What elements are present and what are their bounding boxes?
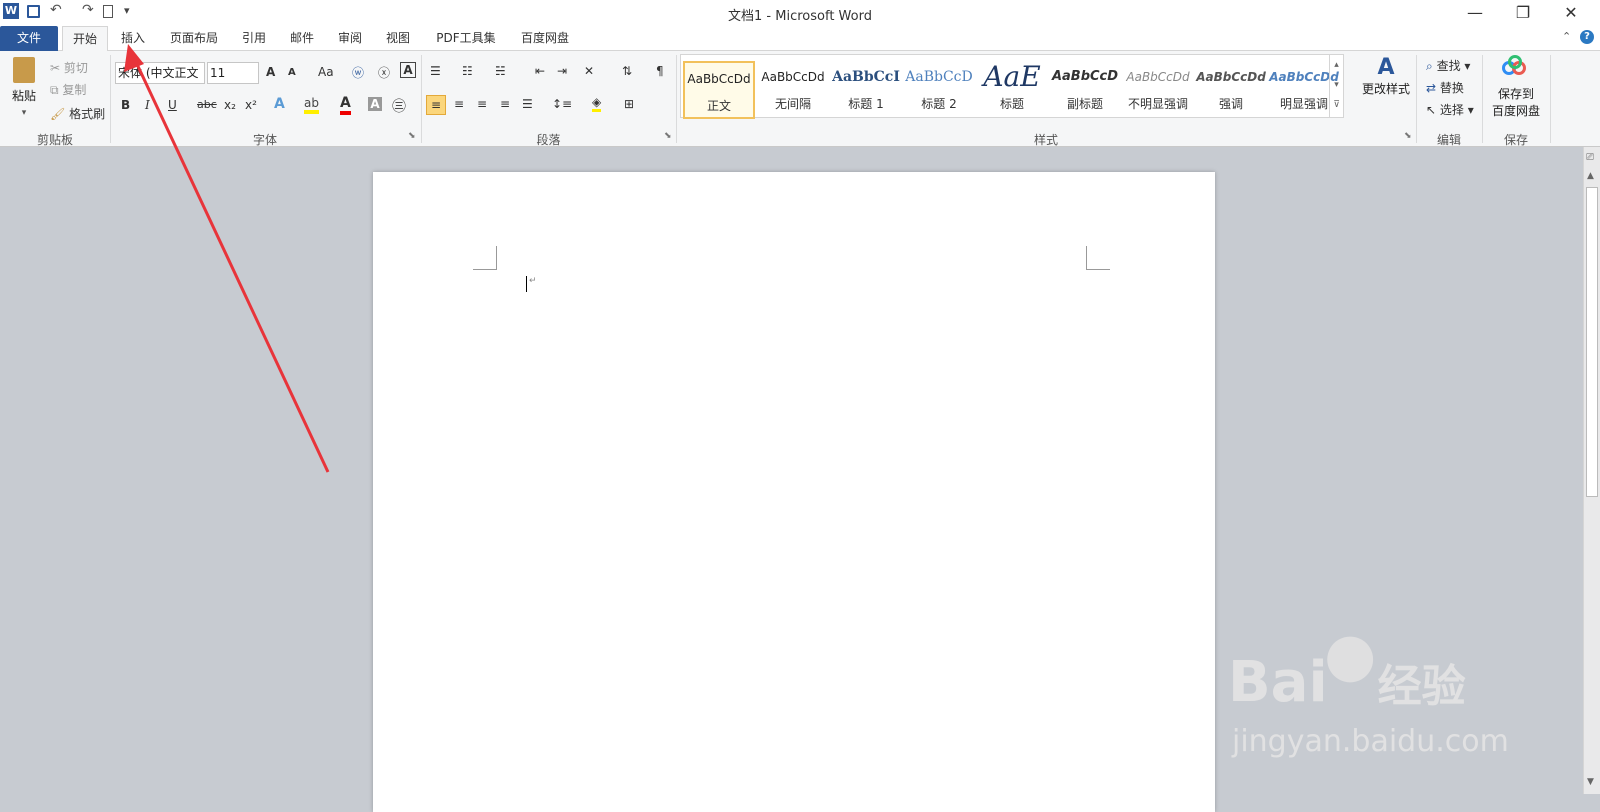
watermark-brand-text: Bai <box>1228 650 1328 715</box>
watermark-url: jingyan.baidu.com <box>1232 724 1509 759</box>
watermark-brand: Bai 经验 <box>1228 650 1466 715</box>
baidu-watermark: ● Bai 经验 jingyan.baidu.com <box>1228 620 1558 770</box>
arrow-head <box>124 44 144 72</box>
arrow-shaft <box>134 61 330 473</box>
watermark-brand2-text: 经验 <box>1377 661 1466 712</box>
